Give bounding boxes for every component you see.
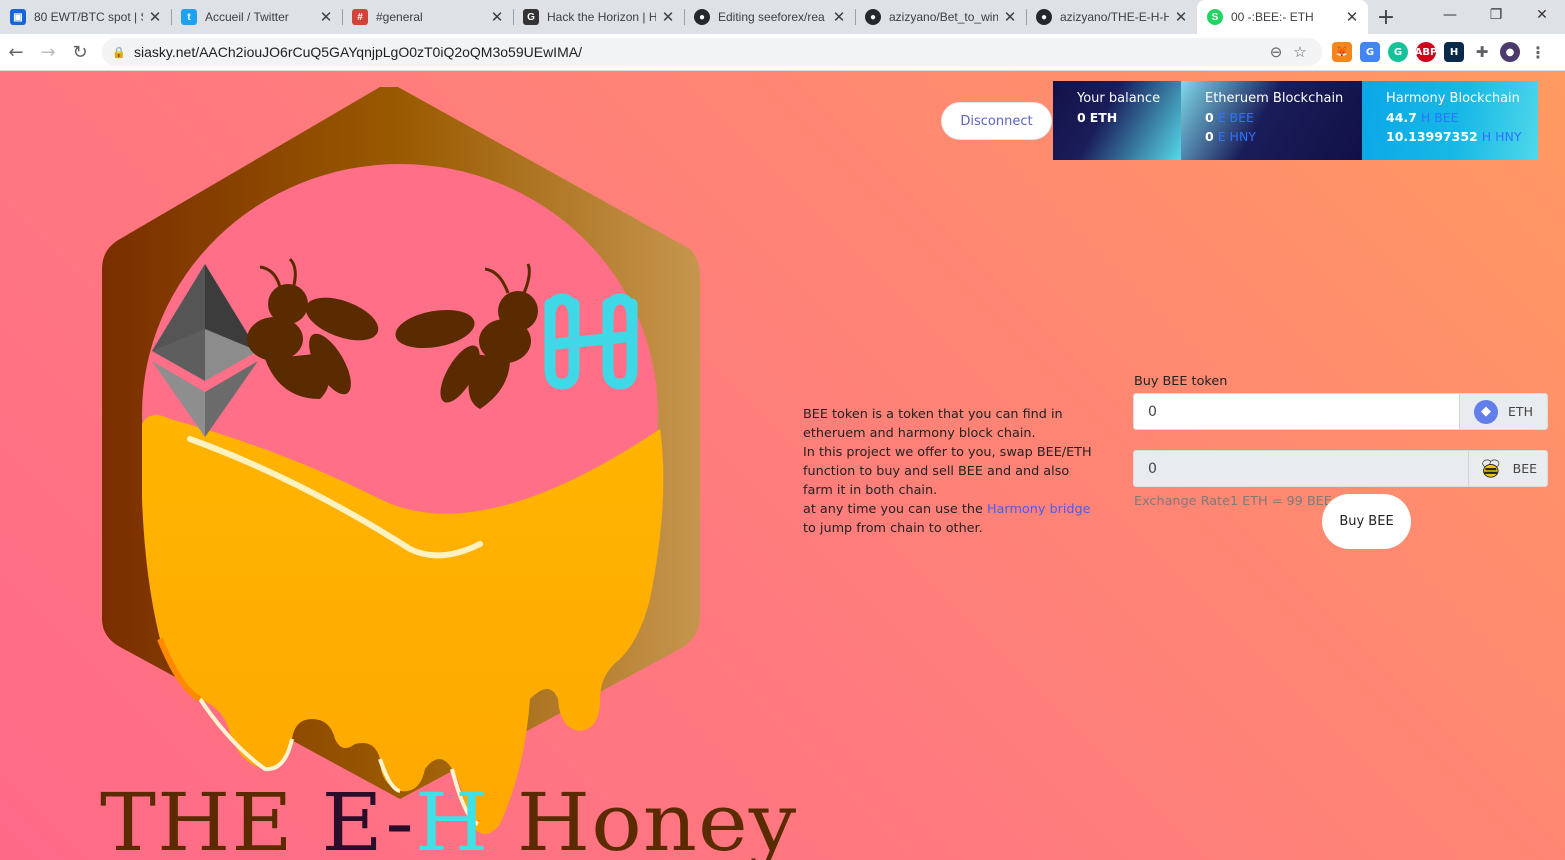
sia-icon: S: [1207, 9, 1223, 25]
exchange-icon: ▣: [10, 9, 26, 25]
browser-tab[interactable]: G Hack the Horizon | H ✕: [513, 0, 684, 34]
harmony-hny: 10.13997352 H HNY: [1386, 129, 1522, 144]
close-window-icon[interactable]: ✕: [1519, 0, 1565, 30]
zoom-icon[interactable]: ⊖: [1264, 43, 1288, 61]
bee-addon: BEE: [1468, 451, 1547, 486]
close-icon[interactable]: ✕: [1002, 8, 1018, 26]
harmony-card: Harmony Blockchain 44.7 H BEE 10.1399735…: [1362, 81, 1538, 160]
ethereum-icon: ◆: [1474, 399, 1499, 424]
project-description: BEE token is a token that you can find i…: [803, 407, 1092, 536]
bee-unit: BEE: [1512, 461, 1537, 476]
tab-title: 00 -:BEE:- ETH: [1231, 10, 1314, 24]
browser-tab-active[interactable]: S 00 -:BEE:- ETH ✕: [1197, 0, 1368, 34]
browser-tab[interactable]: # #general ✕: [342, 0, 513, 34]
twitter-icon: t: [181, 9, 197, 25]
gitcoin-icon: G: [523, 9, 539, 25]
lock-icon[interactable]: 🔒: [112, 46, 126, 59]
forward-icon[interactable]: →: [32, 36, 64, 68]
window-controls: — ❐ ✕: [1427, 0, 1565, 30]
balance-card: Your balance 0 ETH: [1053, 81, 1181, 160]
tab-title: azizyano/THE-E-H-H: [1060, 10, 1169, 24]
tab-title: azizyano/Bet_to_win: [889, 10, 998, 24]
close-icon[interactable]: ✕: [660, 8, 676, 26]
balance-title: Your balance: [1077, 91, 1161, 106]
back-icon[interactable]: ←: [0, 36, 32, 68]
tab-title: Accueil / Twitter: [205, 10, 289, 24]
metamask-icon[interactable]: 🦊: [1332, 42, 1352, 62]
eth-addon: ◆ ETH: [1459, 394, 1547, 429]
harmony-bee: 44.7 H BEE: [1386, 110, 1459, 125]
tab-title: 80 EWT/BTC spot | S: [34, 10, 143, 24]
menu-icon[interactable]: ⋮: [1528, 42, 1548, 62]
maximize-icon[interactable]: ❐: [1473, 0, 1519, 30]
reload-icon[interactable]: ↻: [64, 36, 96, 68]
disconnect-button[interactable]: Disconnect: [941, 102, 1052, 140]
browser-tab[interactable]: t Accueil / Twitter ✕: [171, 0, 342, 34]
bookmark-star-icon[interactable]: ☆: [1288, 43, 1312, 61]
puzzle-icon[interactable]: ✚: [1472, 42, 1492, 62]
close-icon[interactable]: ✕: [318, 8, 334, 26]
minimize-icon[interactable]: —: [1427, 0, 1473, 30]
ethereum-hny: 0 E HNY: [1205, 129, 1256, 144]
eth-unit: ETH: [1508, 404, 1533, 419]
github-icon: ●: [865, 9, 881, 25]
url-text[interactable]: siasky.net/AACh2iouJO6rCuQ5GAYqnjpLgO0zT…: [134, 44, 1264, 60]
tab-title: Editing seeforex/rea: [718, 10, 825, 24]
close-icon[interactable]: ✕: [1173, 8, 1189, 26]
eh-honey-logo: [80, 79, 720, 860]
eth-amount-field: 0 ◆ ETH: [1133, 393, 1548, 430]
buy-bee-label: Buy BEE token: [1134, 374, 1228, 389]
profile-avatar[interactable]: ●: [1500, 42, 1520, 62]
harmony-title: Harmony Blockchain: [1386, 91, 1520, 106]
adblock-icon[interactable]: ABP: [1415, 42, 1437, 62]
browser-tab[interactable]: ▣ 80 EWT/BTC spot | S ✕: [0, 0, 171, 34]
page-body: THE E-H Honey Disconnect Your balance 0 …: [0, 71, 1565, 860]
browser-tab[interactable]: ● azizyano/THE-E-H-H ✕: [1026, 0, 1197, 34]
close-icon[interactable]: ✕: [831, 8, 847, 26]
close-icon[interactable]: ✕: [147, 8, 163, 26]
translate-icon[interactable]: G: [1360, 42, 1380, 62]
buy-bee-button[interactable]: Buy BEE: [1322, 494, 1411, 549]
harmony-ext-icon[interactable]: H: [1444, 42, 1464, 62]
bee-token-icon: [1482, 459, 1500, 478]
ethereum-card: Etheruem Blockchain 0 E BEE 0 E HNY: [1181, 81, 1362, 160]
browser-tab[interactable]: ● azizyano/Bet_to_win ✕: [855, 0, 1026, 34]
tab-title: Hack the Horizon | H: [547, 10, 656, 24]
chat-icon: #: [352, 9, 368, 25]
new-tab-button[interactable]: +: [1368, 0, 1404, 34]
browser-toolbar: ← → ↻ 🔒 siasky.net/AACh2iouJO6rCuQ5GAYqn…: [0, 34, 1565, 71]
bee-amount-output: 0: [1134, 451, 1468, 486]
harmony-bridge-link[interactable]: Harmony bridge: [987, 502, 1091, 517]
github-icon: ●: [1036, 9, 1052, 25]
logo-title: THE E-H Honey: [100, 776, 798, 860]
browser-tabbar: ▣ 80 EWT/BTC spot | S ✕ t Accueil / Twit…: [0, 0, 1565, 34]
grammarly-icon[interactable]: G: [1388, 42, 1408, 62]
bee-amount-field: 0 BEE: [1133, 450, 1548, 487]
eth-amount-input[interactable]: 0: [1134, 394, 1459, 429]
github-icon: ●: [694, 9, 710, 25]
ethereum-bee: 0 E BEE: [1205, 110, 1254, 125]
extensions-bar: 🦊 G G ABP H ✚ ● ⋮: [1332, 42, 1548, 62]
close-icon[interactable]: ✕: [489, 8, 505, 26]
browser-tab[interactable]: ● Editing seeforex/rea ✕: [684, 0, 855, 34]
tab-title: #general: [376, 10, 423, 24]
address-bar[interactable]: 🔒 siasky.net/AACh2iouJO6rCuQ5GAYqnjpLgO0…: [102, 38, 1322, 66]
close-icon[interactable]: ✕: [1344, 8, 1360, 26]
ethereum-title: Etheruem Blockchain: [1205, 91, 1344, 106]
exchange-rate: Exchange Rate1 ETH = 99 BEE: [1134, 494, 1332, 509]
balance-eth: 0 ETH: [1077, 110, 1118, 125]
